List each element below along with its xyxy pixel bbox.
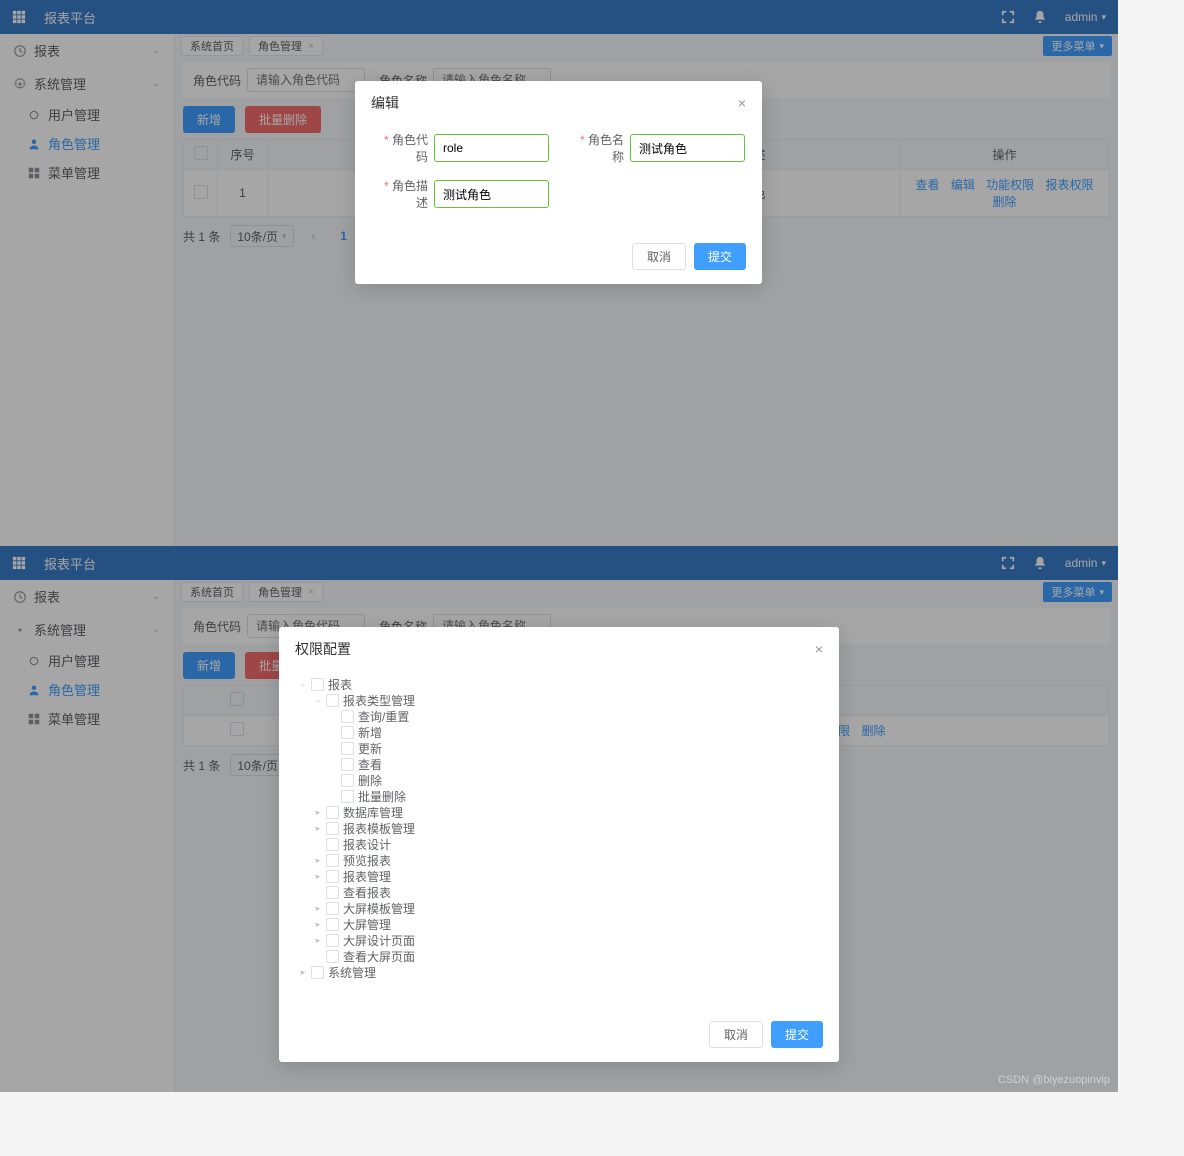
checkbox[interactable] bbox=[311, 678, 324, 691]
cancel-button[interactable]: 取消 bbox=[709, 1021, 763, 1048]
submit-button[interactable]: 提交 bbox=[771, 1021, 823, 1048]
tree-node[interactable]: 查看大屏页面 bbox=[297, 949, 821, 964]
tree-node[interactable]: ▸大屏管理 bbox=[297, 917, 821, 932]
form-name-input[interactable] bbox=[630, 134, 745, 162]
expand-icon[interactable]: ▸ bbox=[312, 807, 324, 818]
tree-node[interactable]: ▸大屏设计页面 bbox=[297, 933, 821, 948]
collapse-icon[interactable]: − bbox=[297, 680, 309, 690]
checkbox[interactable] bbox=[326, 694, 339, 707]
expand-icon[interactable]: ▸ bbox=[312, 903, 324, 914]
checkbox[interactable] bbox=[341, 774, 354, 787]
checkbox[interactable] bbox=[326, 934, 339, 947]
checkbox[interactable] bbox=[326, 870, 339, 883]
expand-icon[interactable]: ▸ bbox=[312, 823, 324, 834]
checkbox[interactable] bbox=[341, 790, 354, 803]
tree-node[interactable]: 查看 bbox=[297, 757, 821, 772]
modal-title: 权限配置 bbox=[295, 639, 351, 659]
expand-icon[interactable]: ▸ bbox=[297, 967, 309, 978]
tree-node[interactable]: ▸系统管理 bbox=[297, 965, 821, 980]
checkbox[interactable] bbox=[326, 822, 339, 835]
checkbox[interactable] bbox=[311, 966, 324, 979]
tree-node[interactable]: −报表类型管理 bbox=[297, 693, 821, 708]
checkbox[interactable] bbox=[326, 950, 339, 963]
tree-node[interactable]: 查看报表 bbox=[297, 885, 821, 900]
tree-node[interactable]: 批量删除 bbox=[297, 789, 821, 804]
checkbox[interactable] bbox=[326, 918, 339, 931]
tree-node[interactable]: ▸报表模板管理 bbox=[297, 821, 821, 836]
watermark: CSDN @biyezuopinvip bbox=[998, 1074, 1110, 1086]
cancel-button[interactable]: 取消 bbox=[632, 243, 686, 270]
form-code-input[interactable] bbox=[434, 134, 549, 162]
checkbox[interactable] bbox=[326, 902, 339, 915]
close-icon[interactable]: × bbox=[738, 95, 746, 111]
expand-icon[interactable]: ▸ bbox=[312, 919, 324, 930]
checkbox[interactable] bbox=[326, 838, 339, 851]
tree-node[interactable]: 查询/重置 bbox=[297, 709, 821, 724]
checkbox[interactable] bbox=[341, 726, 354, 739]
form-desc-label: 角色描述 bbox=[392, 179, 428, 210]
form-desc-input[interactable] bbox=[434, 180, 549, 208]
modal-title: 编辑 bbox=[371, 93, 399, 113]
checkbox[interactable] bbox=[326, 806, 339, 819]
checkbox[interactable] bbox=[341, 710, 354, 723]
checkbox[interactable] bbox=[326, 886, 339, 899]
tree-node[interactable]: −报表 bbox=[297, 677, 821, 692]
edit-modal: 编辑 × * 角色代码 * 角色名称 * 角色描述 bbox=[355, 81, 762, 284]
checkbox[interactable] bbox=[341, 742, 354, 755]
expand-icon[interactable]: ▸ bbox=[312, 935, 324, 946]
form-name-label: 角色名称 bbox=[588, 133, 624, 164]
permission-modal: 权限配置 × −报表 −报表类型管理 查询/重置 新增 更新 查看 删除 批量删… bbox=[279, 627, 839, 1062]
tree-node[interactable]: ▸数据库管理 bbox=[297, 805, 821, 820]
tree-node[interactable]: 更新 bbox=[297, 741, 821, 756]
expand-icon[interactable]: ▸ bbox=[312, 871, 324, 882]
checkbox[interactable] bbox=[326, 854, 339, 867]
form-code-label: 角色代码 bbox=[392, 133, 428, 164]
permission-tree: −报表 −报表类型管理 查询/重置 新增 更新 查看 删除 批量删除 ▸数据库管… bbox=[297, 677, 821, 980]
tree-node[interactable]: 报表设计 bbox=[297, 837, 821, 852]
expand-icon[interactable]: ▸ bbox=[312, 855, 324, 866]
checkbox[interactable] bbox=[341, 758, 354, 771]
submit-button[interactable]: 提交 bbox=[694, 243, 746, 270]
tree-node[interactable]: 删除 bbox=[297, 773, 821, 788]
collapse-icon[interactable]: − bbox=[312, 696, 324, 706]
tree-node[interactable]: 新增 bbox=[297, 725, 821, 740]
tree-node[interactable]: ▸预览报表 bbox=[297, 853, 821, 868]
close-icon[interactable]: × bbox=[815, 641, 823, 657]
tree-node[interactable]: ▸报表管理 bbox=[297, 869, 821, 884]
tree-node[interactable]: ▸大屏模板管理 bbox=[297, 901, 821, 916]
